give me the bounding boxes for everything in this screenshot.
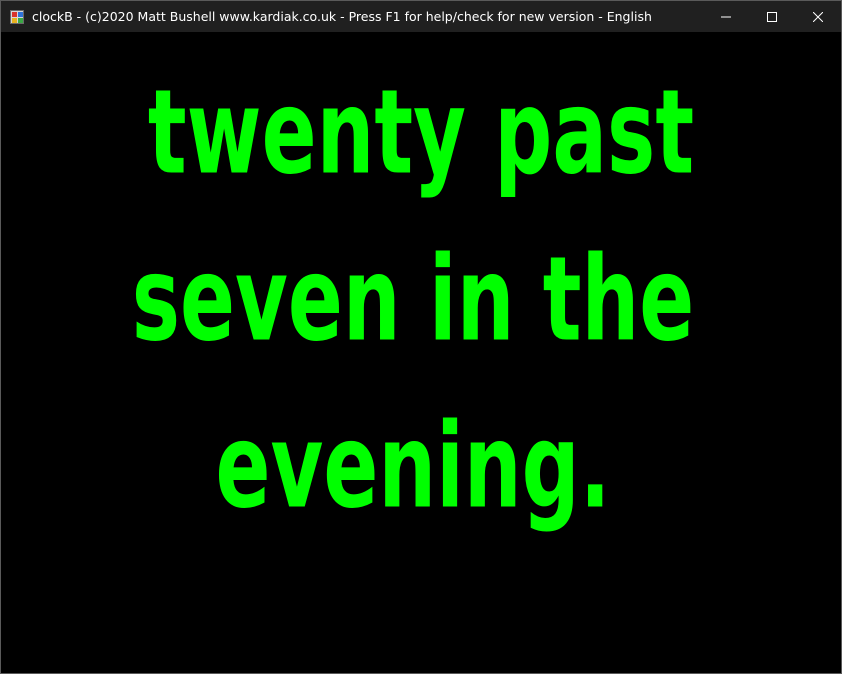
window-title: clockB - (c)2020 Matt Bushell www.kardia… xyxy=(32,9,652,24)
clock-window: clockB - (c)2020 Matt Bushell www.kardia… xyxy=(0,0,842,674)
clock-line-1: twenty past xyxy=(147,63,695,201)
minimize-button[interactable] xyxy=(703,1,749,32)
maximize-button[interactable] xyxy=(749,1,795,32)
clock-display[interactable]: twenty past seven in the evening. xyxy=(1,32,841,673)
window-controls xyxy=(703,1,841,32)
app-icon[interactable] xyxy=(10,9,24,24)
maximize-icon xyxy=(767,11,777,22)
close-icon xyxy=(813,11,823,22)
minimize-icon xyxy=(721,16,731,17)
clock-line-3: evening. xyxy=(215,397,611,535)
close-button[interactable] xyxy=(795,1,841,32)
title-bar[interactable]: clockB - (c)2020 Matt Bushell www.kardia… xyxy=(1,1,841,32)
clock-line-2: seven in the xyxy=(131,230,695,368)
